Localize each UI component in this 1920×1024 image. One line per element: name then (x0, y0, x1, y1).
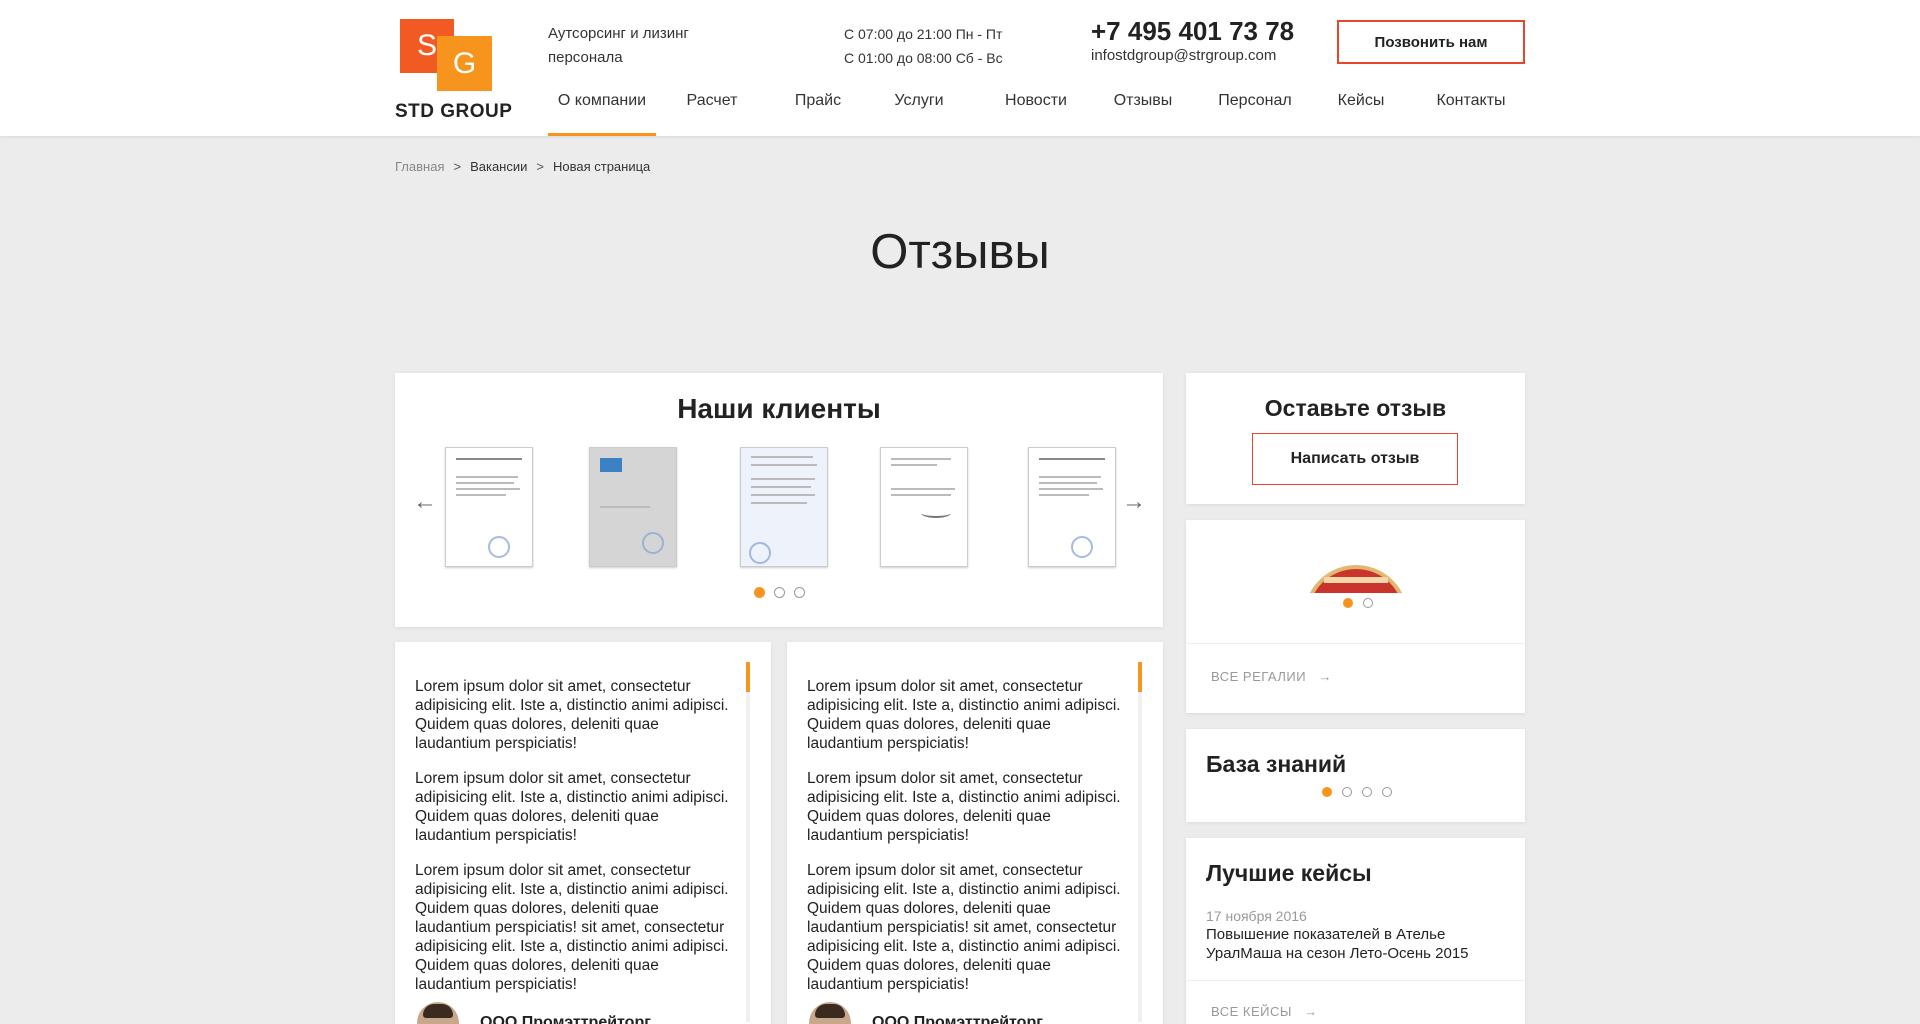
breadcrumb-vacancies[interactable]: Вакансии (470, 159, 527, 174)
arrow-right-icon: → (1310, 669, 1332, 684)
best-cases-card: Лучшие кейсы 17 ноября 2016 Повышение по… (1186, 838, 1525, 1024)
leave-review-title: Оставьте отзыв (1264, 395, 1447, 421)
all-awards-label: ВСЕ РЕГАЛИИ (1211, 669, 1307, 684)
carousel-dot[interactable] (794, 587, 805, 598)
kb-dot[interactable] (1342, 787, 1352, 797)
hours-weekend: С 01:00 до 08:00 Сб - Вс (844, 50, 1003, 66)
client-letter-thumbnail[interactable] (740, 447, 828, 567)
scrollbar-thumb[interactable] (1138, 662, 1142, 692)
divider (1186, 643, 1525, 644)
phone-number[interactable]: +7 495 401 73 78 (1091, 16, 1294, 47)
review-card: Lorem ipsum dolor sit amet, consectetur … (787, 642, 1163, 1024)
kb-dot[interactable] (1322, 787, 1332, 797)
case-link[interactable]: Повышение показателей в Ателье УралМаша … (1206, 925, 1496, 963)
breadcrumb-current: Новая страница (552, 159, 651, 174)
hours-weekdays: С 07:00 до 21:00 Пн - Пт (844, 26, 1003, 42)
knowledge-base-title: База знаний (1206, 751, 1347, 777)
write-review-button[interactable]: Написать отзыв (1252, 433, 1458, 485)
nav-item-contacts[interactable]: Контакты (1434, 88, 1508, 136)
call-us-button[interactable]: Позвонить нам (1337, 20, 1525, 64)
site-header: S G STD GROUP Аутсорсинг и лизинг персон… (0, 0, 1920, 136)
review-card: Lorem ipsum dolor sit amet, consectetur … (395, 642, 771, 1024)
scrollbar-track[interactable] (1138, 662, 1142, 1022)
review-paragraph: Lorem ipsum dolor sit amet, consectetur … (415, 770, 729, 844)
logo[interactable]: S G STD GROUP (395, 19, 520, 124)
email-link[interactable]: infostdgroup@strgroup.com (1091, 47, 1276, 64)
leave-review-card: Оставьте отзыв Написать отзыв (1186, 373, 1525, 504)
review-paragraph: Lorem ipsum dolor sit amet, consectetur … (807, 678, 1121, 752)
arrow-left-icon[interactable]: ← (413, 488, 437, 516)
breadcrumb-home[interactable]: Главная (395, 159, 444, 174)
client-letter-thumbnail[interactable] (1028, 447, 1116, 567)
case-date: 17 ноября 2016 (1206, 908, 1307, 924)
review-author: ООО Промэттрейторг (872, 1014, 1043, 1024)
tagline: Аутсорсинг и лизинг персонала (548, 25, 689, 66)
awards-dot[interactable] (1363, 598, 1373, 608)
nav-item-cases[interactable]: Кейсы (1336, 88, 1386, 136)
working-hours: С 07:00 до 21:00 Пн - Пт С 01:00 до 08:0… (844, 22, 1003, 70)
review-text: Lorem ipsum dolor sit amet, consectetur … (807, 677, 1127, 1020)
review-text: Lorem ipsum dolor sit amet, consectetur … (415, 677, 735, 1020)
scrollbar-track[interactable] (746, 662, 750, 1022)
best-cases-title: Лучшие кейсы (1206, 860, 1372, 886)
clients-title: Наши клиенты (677, 393, 881, 424)
divider (1186, 980, 1525, 981)
awards-dot[interactable] (1343, 598, 1353, 608)
logo-square-g: G (437, 36, 492, 91)
nav-item-price[interactable]: Прайс (790, 88, 846, 136)
carousel-dot[interactable] (774, 587, 785, 598)
client-letter-thumbnail[interactable] (880, 447, 968, 567)
review-paragraph: Lorem ipsum dolor sit amet, consectetur … (807, 862, 1121, 993)
breadcrumb-separator: > (453, 159, 462, 174)
logo-text: STD GROUP (395, 101, 513, 122)
kb-dot[interactable] (1382, 787, 1392, 797)
breadcrumb: Главная > Вакансии > Новая страница (395, 159, 650, 174)
nav-item-services[interactable]: Услуги (891, 88, 947, 136)
review-paragraph: Lorem ipsum dolor sit amet, consectetur … (415, 862, 729, 993)
kb-dot[interactable] (1362, 787, 1372, 797)
arrow-right-icon: → (1296, 1004, 1318, 1019)
awards-card: ВСЕ РЕГАЛИИ → (1186, 520, 1525, 713)
nav-item-news[interactable]: Новости (1004, 88, 1068, 136)
review-author: ООО Промэттрейторг (480, 1014, 651, 1024)
client-letter-thumbnail[interactable] (589, 447, 677, 567)
review-paragraph: Lorem ipsum dolor sit amet, consectetur … (415, 678, 729, 752)
knowledge-base-card: База знаний (1186, 729, 1525, 822)
award-badge-image (1304, 565, 1408, 593)
nav-item-staff[interactable]: Персонал (1216, 88, 1294, 136)
review-paragraph: Lorem ipsum dolor sit amet, consectetur … (807, 770, 1121, 844)
client-letter-thumbnail[interactable] (445, 447, 533, 567)
page-title: Отзывы (870, 225, 1050, 279)
scrollbar-thumb[interactable] (746, 662, 750, 692)
nav-item-reviews[interactable]: Отзывы (1112, 88, 1174, 136)
breadcrumb-separator: > (536, 159, 544, 174)
nav-item-calculation[interactable]: Расчет (682, 88, 742, 136)
all-awards-link[interactable]: ВСЕ РЕГАЛИИ → (1211, 669, 1332, 684)
carousel-dot[interactable] (754, 587, 765, 598)
all-cases-link[interactable]: ВСЕ КЕЙСЫ → (1211, 1004, 1318, 1019)
nav-item-about[interactable]: О компании (548, 88, 656, 136)
all-cases-label: ВСЕ КЕЙСЫ (1211, 1004, 1292, 1019)
arrow-right-icon[interactable]: → (1122, 488, 1146, 516)
